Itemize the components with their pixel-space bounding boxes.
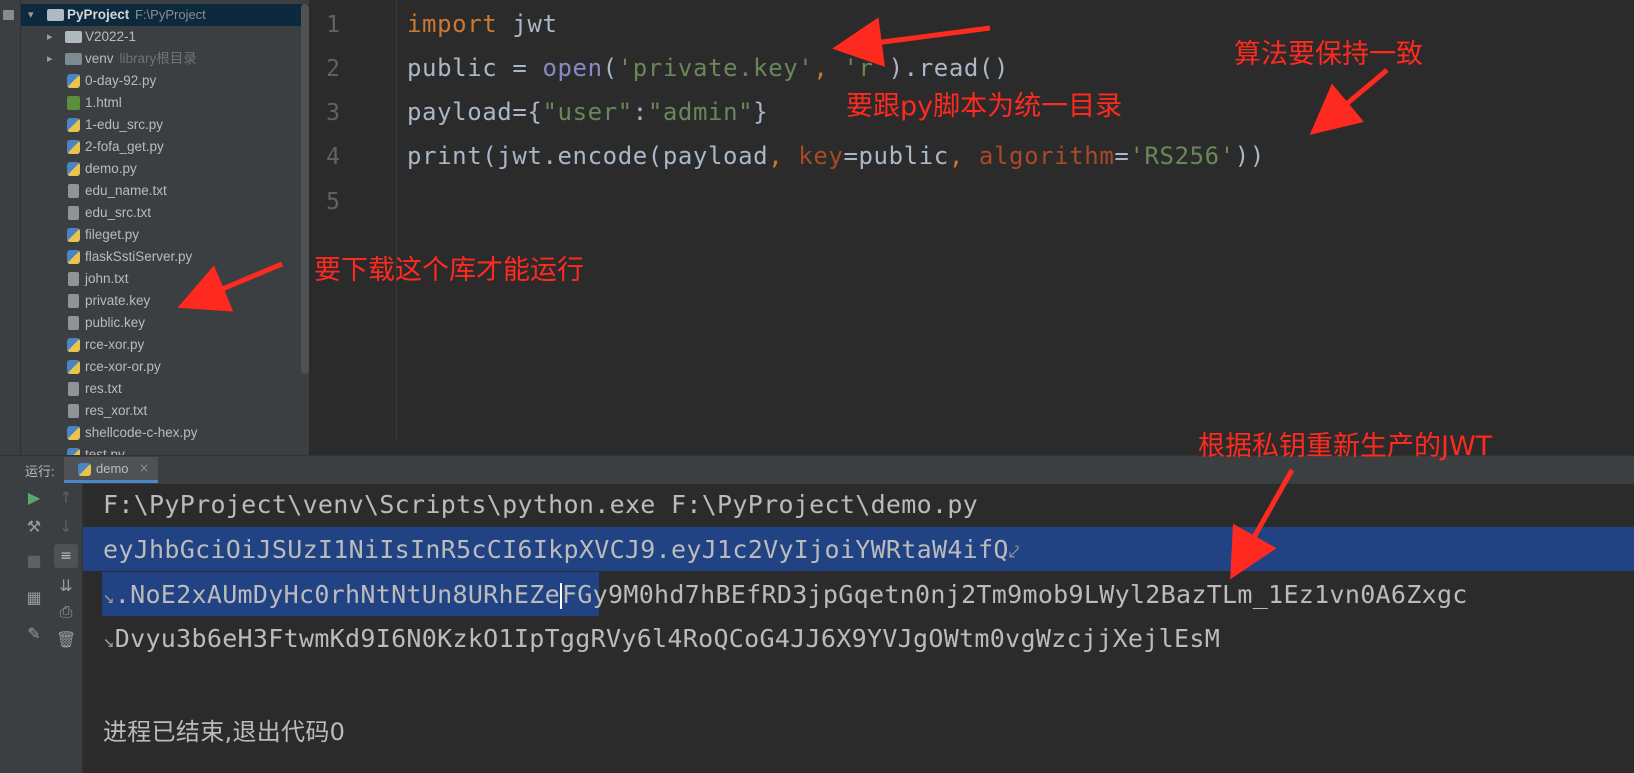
arrow-to-private-key-file (177, 261, 283, 312)
arrow-to-jwt-output (1230, 468, 1295, 580)
annotation-arrows (177, 17, 1389, 580)
arrow-to-private-key (832, 17, 991, 67)
arrow-to-algorithm (1309, 68, 1389, 135)
